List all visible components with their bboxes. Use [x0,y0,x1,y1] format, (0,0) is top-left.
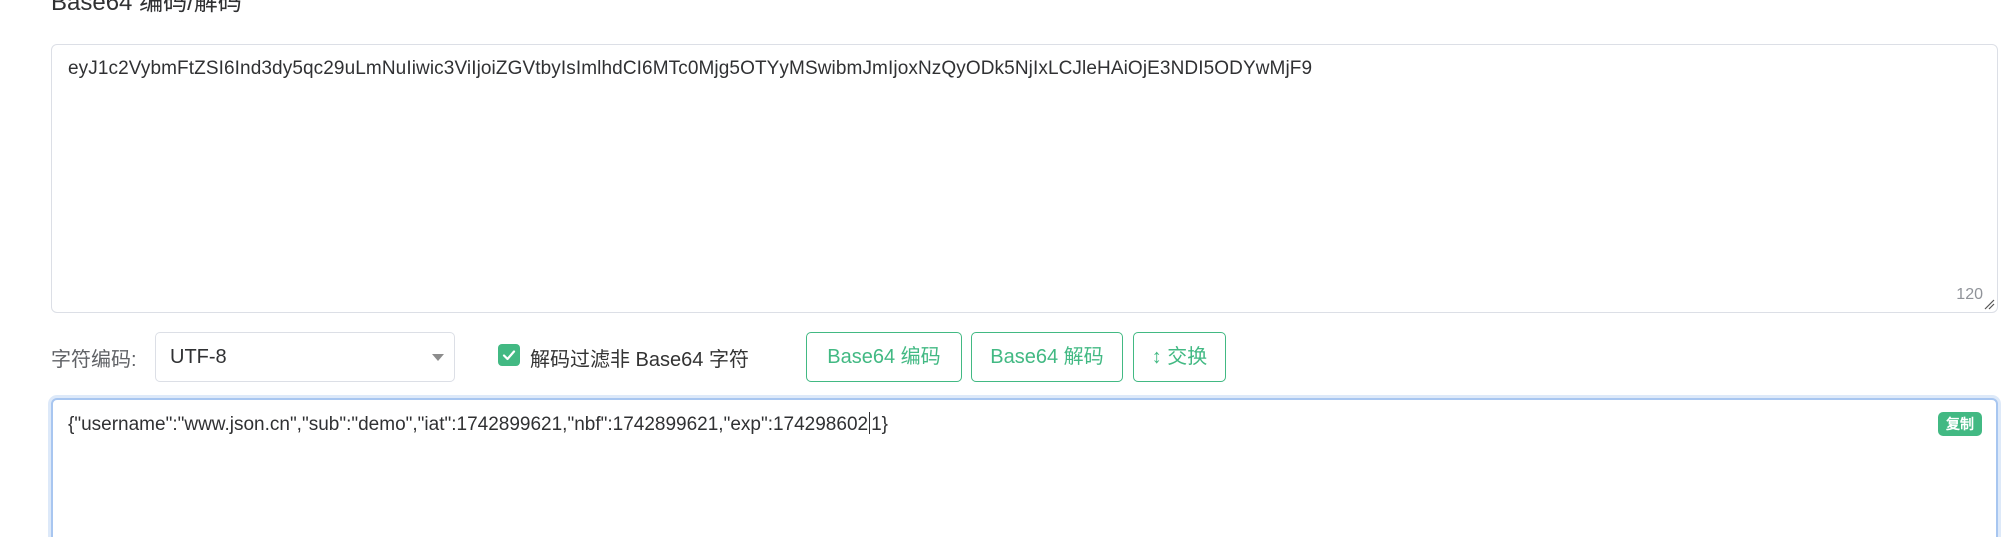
output-text-before-caret: {"username":"www.json.cn","sub":"demo","… [68,414,869,435]
encoding-label: 字符编码: [51,349,137,371]
encode-button[interactable]: Base64 编码 [806,332,962,382]
filter-checkbox[interactable] [498,344,520,366]
encoding-select-value: UTF-8 [170,346,227,368]
encoding-select[interactable]: UTF-8 [155,332,455,382]
controls-row: 字符编码: UTF-8 解码过滤非 Base64 字符 Base64 编码 Ba… [0,330,2002,386]
char-count: 120 [1956,286,1983,303]
chevron-down-icon [432,354,444,361]
output-text[interactable]: {"username":"www.json.cn","sub":"demo","… [68,412,888,436]
input-text[interactable]: eyJ1c2VybmFtZSI6Ind3dy5qc29uLmNuIiwic3Vi… [68,58,1312,80]
copy-button[interactable]: 复制 [1938,412,1982,436]
output-text-after-caret: 1} [871,414,888,435]
base64-input-textarea[interactable]: eyJ1c2VybmFtZSI6Ind3dy5qc29uLmNuIiwic3Vi… [51,44,1998,313]
text-cursor [869,412,871,434]
swap-button[interactable]: ↕ 交换 [1133,332,1226,382]
section-title: Base64 编码/解码 [51,0,242,16]
filter-checkbox-label[interactable]: 解码过滤非 Base64 字符 [530,343,749,372]
check-icon [502,350,516,361]
output-textarea[interactable]: {"username":"www.json.cn","sub":"demo","… [51,398,1998,537]
resize-handle-icon[interactable] [1983,298,1995,310]
decode-button[interactable]: Base64 解码 [971,332,1123,382]
